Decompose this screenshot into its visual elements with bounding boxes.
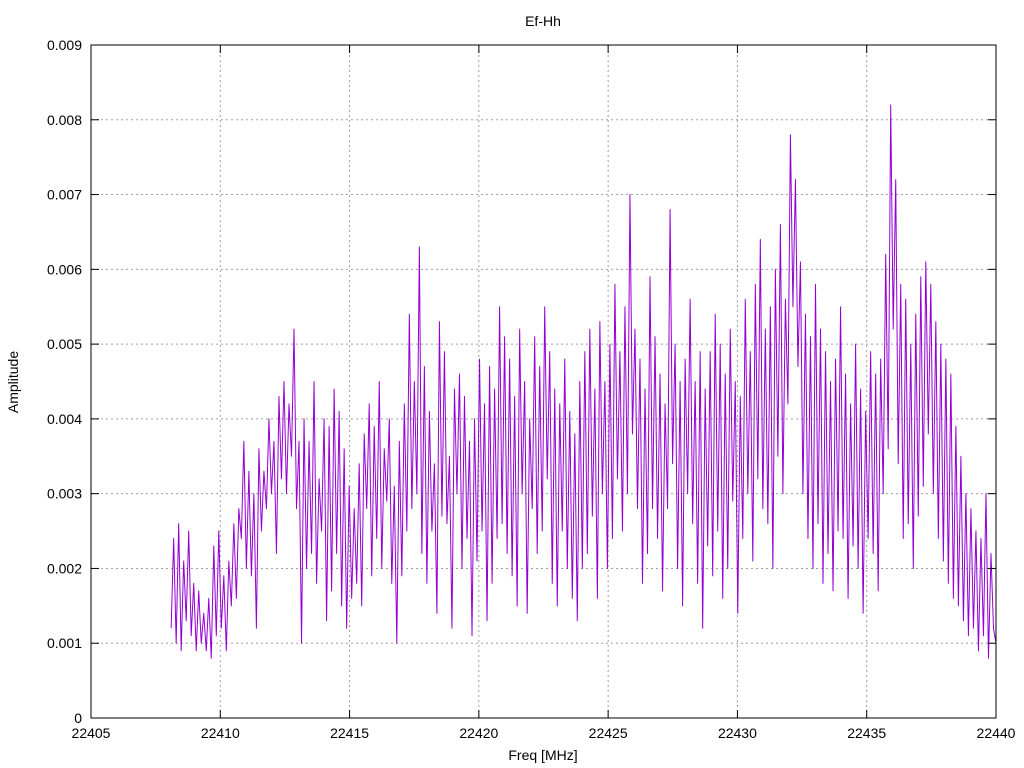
series-layer (170, 104, 997, 659)
y-axis-title: Amplitude (5, 351, 21, 413)
chart: Ef-Hh 22405 22410 22415 22420 22425 22430 2243… (5, 13, 1016, 763)
y-tick-label: 0.007 (47, 187, 82, 203)
x-tick-label: 22435 (847, 725, 886, 741)
x-tick-label: 22415 (330, 725, 369, 741)
y-tick-label: 0 (74, 710, 82, 726)
x-tick-label: 22405 (72, 725, 111, 741)
series-line-0 (170, 104, 997, 659)
y-tick-label: 0.006 (47, 261, 82, 277)
y-tick-label: 0.005 (47, 336, 82, 352)
x-tick-label: 22430 (718, 725, 757, 741)
x-tick-label: 22425 (589, 725, 628, 741)
chart-title: Ef-Hh (525, 13, 561, 29)
y-tick-label: 0.002 (47, 560, 82, 576)
x-tick-label: 22410 (201, 725, 240, 741)
y-tick-label: 0.008 (47, 112, 82, 128)
y-tick-label: 0.003 (47, 486, 82, 502)
x-tick-label: 22420 (459, 725, 498, 741)
x-tick-label: 22440 (977, 725, 1016, 741)
y-tick-label: 0.009 (47, 37, 82, 53)
y-tick-label: 0.001 (47, 635, 82, 651)
y-tick-label: 0.004 (47, 411, 82, 427)
x-axis-title: Freq [MHz] (508, 747, 577, 763)
